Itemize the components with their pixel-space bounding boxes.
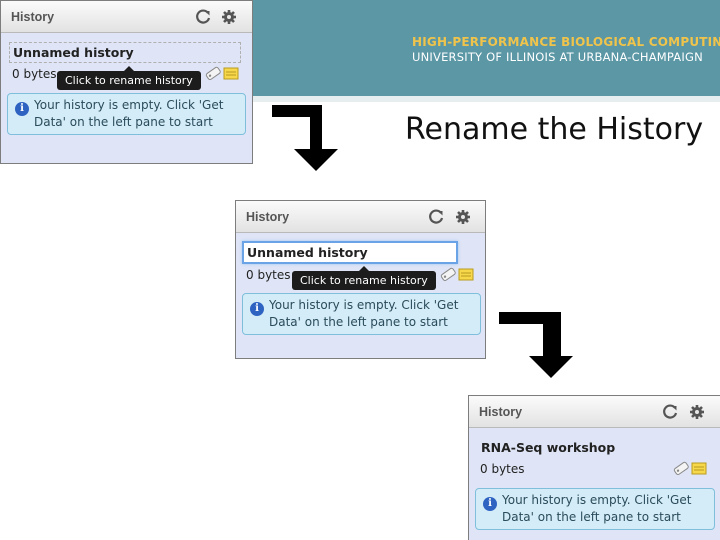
- history-name-input[interactable]: Unnamed history: [242, 241, 458, 264]
- info-icon: i: [483, 497, 497, 511]
- history-panel-1: History Unnamed history 0 bytes Click to…: [0, 0, 253, 164]
- history-panel-2: History Unnamed history 0 bytes Click to…: [235, 200, 486, 359]
- refresh-icon[interactable]: [428, 209, 444, 225]
- history-name[interactable]: RNA-Seq workshop: [478, 438, 618, 457]
- history-panel-3: History RNA-Seq workshop 0 bytes i Your …: [468, 395, 720, 540]
- panel-title: History: [246, 210, 290, 224]
- panel-title: History: [11, 10, 55, 24]
- rename-tooltip: Click to rename history: [57, 66, 201, 90]
- info-icon: i: [250, 302, 264, 316]
- gear-icon[interactable]: [689, 404, 705, 420]
- banner-subtitle: UNIVERSITY OF ILLINOIS AT URBANA-CHAMPAI…: [412, 50, 703, 64]
- refresh-icon[interactable]: [662, 404, 678, 420]
- history-size: 0 bytes: [480, 462, 525, 476]
- arrow-down-icon: [499, 312, 573, 378]
- gear-icon[interactable]: [455, 209, 471, 225]
- message-text: Your history is empty. Click 'Get Data' …: [502, 493, 692, 524]
- message-text: Your history is empty. Click 'Get Data' …: [269, 298, 459, 329]
- tag-icon[interactable]: [204, 65, 240, 81]
- tag-icon[interactable]: [439, 266, 475, 282]
- panel-title: History: [479, 405, 523, 419]
- empty-history-message: i Your history is empty. Click 'Get Data…: [7, 93, 246, 135]
- banner-title: HIGH-PERFORMANCE BIOLOGICAL COMPUTING: [412, 35, 720, 49]
- empty-history-message: i Your history is empty. Click 'Get Data…: [242, 293, 481, 335]
- refresh-icon[interactable]: [195, 9, 211, 25]
- arrow-down-icon: [272, 105, 338, 171]
- gear-icon[interactable]: [221, 9, 237, 25]
- panel-header: History: [469, 396, 720, 428]
- message-text: Your history is empty. Click 'Get Data' …: [34, 98, 224, 129]
- rename-tooltip: Click to rename history: [292, 266, 436, 290]
- panel-header: History: [236, 201, 485, 233]
- slide-title: Rename the History: [405, 112, 704, 147]
- panel-header: History: [1, 1, 252, 33]
- history-size: 0 bytes: [12, 67, 57, 81]
- info-icon: i: [15, 102, 29, 116]
- empty-history-message: i Your history is empty. Click 'Get Data…: [475, 488, 715, 530]
- history-name[interactable]: Unnamed history: [9, 42, 241, 63]
- tag-icon[interactable]: [672, 460, 708, 476]
- history-size: 0 bytes: [246, 268, 291, 282]
